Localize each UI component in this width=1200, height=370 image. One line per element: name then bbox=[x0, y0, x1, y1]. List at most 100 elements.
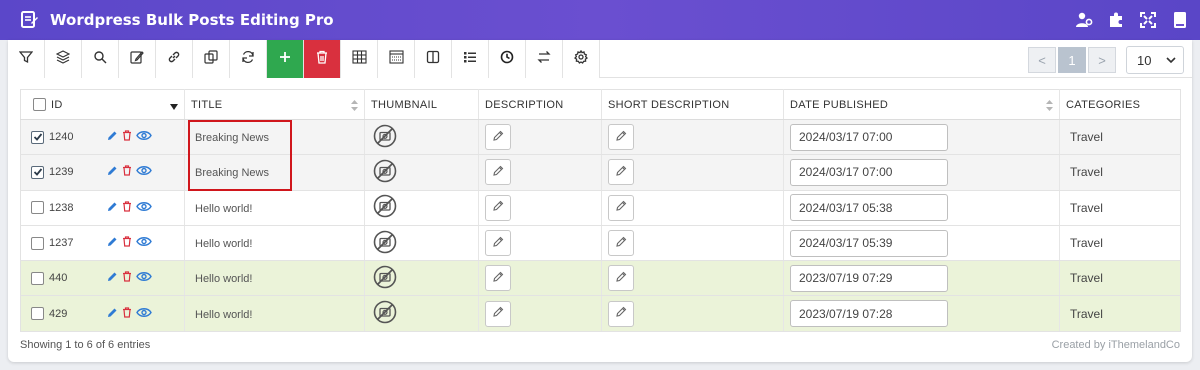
filter-button[interactable] bbox=[8, 40, 45, 78]
edit-short-description-button[interactable] bbox=[608, 230, 634, 257]
edit-pencil-icon[interactable] bbox=[107, 130, 118, 144]
date-published-input[interactable]: 2023/07/19 07:28 bbox=[790, 300, 948, 328]
edit-pencil-icon[interactable] bbox=[107, 165, 118, 179]
edit-description-button[interactable] bbox=[485, 230, 511, 257]
search-icon bbox=[93, 50, 107, 69]
row-checkbox[interactable] bbox=[31, 236, 44, 250]
view-eye-icon[interactable] bbox=[136, 201, 152, 215]
edit-pencil-icon[interactable] bbox=[107, 236, 118, 250]
settings-button[interactable] bbox=[563, 40, 600, 78]
delete-icon[interactable] bbox=[122, 130, 132, 144]
column-manager-button[interactable] bbox=[378, 40, 415, 78]
date-published-input[interactable]: 2023/07/19 07:29 bbox=[790, 264, 948, 292]
edit-description-button[interactable] bbox=[485, 265, 511, 292]
list-view-button[interactable] bbox=[452, 40, 489, 78]
view-eye-icon[interactable] bbox=[136, 236, 152, 250]
short-description-cell bbox=[601, 119, 784, 156]
book-icon[interactable] bbox=[1170, 10, 1190, 30]
page-number-button[interactable]: 1 bbox=[1058, 47, 1086, 73]
thumbnail-cell[interactable] bbox=[364, 260, 479, 297]
delete-icon[interactable] bbox=[122, 307, 132, 321]
next-page-button[interactable]: > bbox=[1088, 47, 1116, 73]
date-published-input[interactable]: 2024/03/17 07:00 bbox=[790, 123, 948, 151]
link-button[interactable] bbox=[156, 40, 193, 78]
categories-cell[interactable]: Travel bbox=[1059, 260, 1181, 297]
categories-cell[interactable]: Travel bbox=[1059, 225, 1181, 262]
categories-cell[interactable]: Travel bbox=[1059, 295, 1181, 332]
title-cell[interactable]: Breaking News bbox=[184, 154, 365, 191]
column-header-title[interactable]: TITLE bbox=[184, 89, 365, 120]
description-header-label: DESCRIPTION bbox=[485, 98, 564, 111]
delete-icon[interactable] bbox=[122, 165, 132, 179]
title-cell[interactable]: Breaking News bbox=[184, 119, 365, 156]
history-button[interactable] bbox=[489, 40, 526, 78]
swap-button[interactable] bbox=[526, 40, 563, 78]
thumbnail-cell[interactable] bbox=[364, 295, 479, 332]
edit-description-button[interactable] bbox=[485, 159, 511, 186]
add-post-button[interactable] bbox=[267, 40, 304, 78]
column-header-description: DESCRIPTION bbox=[478, 89, 602, 120]
duplicate-button[interactable] bbox=[193, 40, 230, 78]
edit-pencil-icon[interactable] bbox=[107, 201, 118, 215]
delete-icon[interactable] bbox=[122, 201, 132, 215]
app-title: Wordpress Bulk Posts Editing Pro bbox=[50, 11, 334, 29]
delete-icon[interactable] bbox=[122, 271, 132, 285]
row-checkbox[interactable] bbox=[31, 201, 44, 215]
row-checkbox[interactable] bbox=[31, 307, 44, 321]
date-published-input[interactable]: 2024/03/17 05:38 bbox=[790, 194, 948, 222]
edit-short-description-button[interactable] bbox=[608, 124, 634, 151]
title-cell[interactable]: Hello world! bbox=[184, 225, 365, 262]
row-checkbox[interactable] bbox=[31, 130, 44, 144]
title-cell[interactable]: Hello world! bbox=[184, 260, 365, 297]
thumbnail-cell[interactable] bbox=[364, 225, 479, 262]
view-eye-icon[interactable] bbox=[136, 130, 152, 144]
column-header-id[interactable]: ID bbox=[20, 89, 185, 120]
date-cell: 2024/03/17 05:39 bbox=[783, 225, 1060, 262]
short-description-cell bbox=[601, 295, 784, 332]
edit-short-description-button[interactable] bbox=[608, 194, 634, 221]
layers-button[interactable] bbox=[45, 40, 82, 78]
view-eye-icon[interactable] bbox=[136, 307, 152, 321]
edit-short-description-button[interactable] bbox=[608, 265, 634, 292]
edit-short-description-button[interactable] bbox=[608, 300, 634, 327]
prev-page-button[interactable]: < bbox=[1028, 47, 1056, 73]
delete-button[interactable] bbox=[304, 40, 341, 78]
date-published-input[interactable]: 2024/03/17 07:00 bbox=[790, 158, 948, 186]
column-header-date-published[interactable]: DATE PUBLISHED bbox=[783, 89, 1060, 120]
per-page-select[interactable]: 10 bbox=[1126, 46, 1184, 74]
edit-description-button[interactable] bbox=[485, 194, 511, 221]
sort-icon bbox=[1046, 100, 1053, 114]
categories-cell[interactable]: Travel bbox=[1059, 119, 1181, 156]
edit-description-button[interactable] bbox=[485, 300, 511, 327]
row-checkbox[interactable] bbox=[31, 271, 44, 285]
date-published-header-label: DATE PUBLISHED bbox=[790, 98, 889, 111]
bulk-edit-button[interactable] bbox=[119, 40, 156, 78]
edit-pencil-icon[interactable] bbox=[107, 271, 118, 285]
title-cell[interactable]: Hello world! bbox=[184, 190, 365, 226]
view-eye-icon[interactable] bbox=[136, 271, 152, 285]
delete-icon[interactable] bbox=[122, 236, 132, 250]
user-settings-icon[interactable] bbox=[1074, 10, 1094, 30]
toolbar: < 1 > 10 bbox=[8, 40, 1192, 78]
categories-cell[interactable]: Travel bbox=[1059, 154, 1181, 191]
thumbnail-cell[interactable] bbox=[364, 119, 479, 156]
edit-short-description-button[interactable] bbox=[608, 159, 634, 186]
title-cell[interactable]: Hello world! bbox=[184, 295, 365, 332]
fullscreen-icon[interactable] bbox=[1138, 10, 1158, 30]
split-view-button[interactable] bbox=[415, 40, 452, 78]
date-published-input[interactable]: 2024/03/17 05:39 bbox=[790, 229, 948, 257]
thumbnail-cell[interactable] bbox=[364, 154, 479, 191]
table-view-button[interactable] bbox=[341, 40, 378, 78]
edit-description-button[interactable] bbox=[485, 124, 511, 151]
refresh-button[interactable] bbox=[230, 40, 267, 78]
edit-pencil-icon[interactable] bbox=[107, 307, 118, 321]
view-eye-icon[interactable] bbox=[136, 165, 152, 179]
categories-cell[interactable]: Travel bbox=[1059, 190, 1181, 226]
select-all-checkbox[interactable] bbox=[33, 98, 46, 111]
search-button[interactable] bbox=[82, 40, 119, 78]
row-checkbox[interactable] bbox=[31, 165, 44, 179]
thumbnail-cell[interactable] bbox=[364, 190, 479, 226]
plugin-puzzle-icon[interactable] bbox=[1106, 10, 1126, 30]
pencil-icon bbox=[615, 271, 627, 286]
id-header-label: ID bbox=[51, 98, 63, 111]
